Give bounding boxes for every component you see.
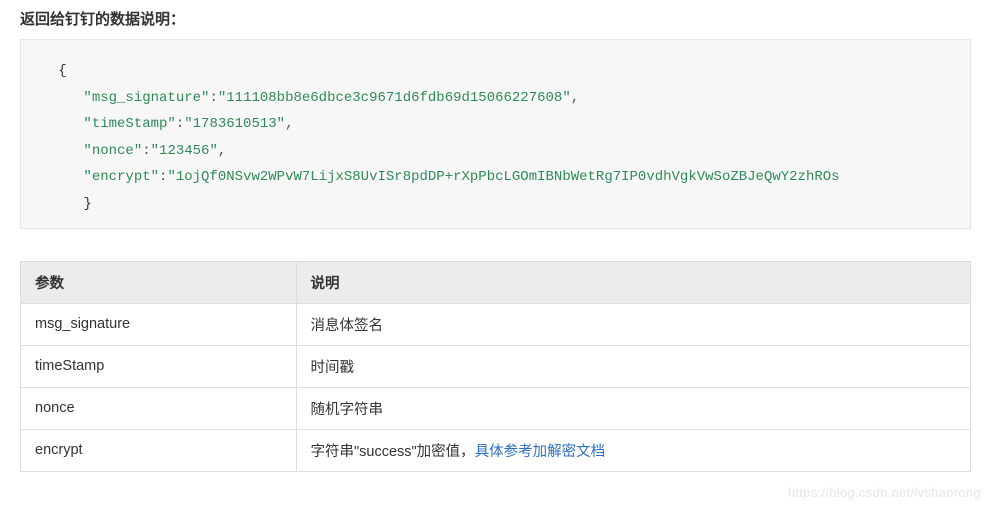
json-code: { "msg_signature":"111108bb8e6dbce3c9671… [33, 58, 958, 218]
table-row: nonce 随机字符串 [21, 387, 971, 429]
doc-link[interactable]: 具体参考加解密文档 [475, 444, 606, 460]
table-row: timeStamp 时间戳 [21, 345, 971, 387]
td-desc: 字符串"success"加密值，具体参考加解密文档 [296, 429, 971, 471]
th-desc: 说明 [296, 261, 971, 303]
th-param: 参数 [21, 261, 297, 303]
code-block[interactable]: { "msg_signature":"111108bb8e6dbce3c9671… [20, 39, 971, 229]
td-param: nonce [21, 387, 297, 429]
td-desc: 随机字符串 [296, 387, 971, 429]
params-table: 参数 说明 msg_signature 消息体签名 timeStamp 时间戳 … [20, 261, 971, 472]
td-param: timeStamp [21, 345, 297, 387]
td-desc: 消息体签名 [296, 303, 971, 345]
section-title: 返回给钉钉的数据说明： [20, 8, 971, 29]
td-desc: 时间戳 [296, 345, 971, 387]
table-header-row: 参数 说明 [21, 261, 971, 303]
table-row: encrypt 字符串"success"加密值，具体参考加解密文档 [21, 429, 971, 471]
td-param: msg_signature [21, 303, 297, 345]
table-row: msg_signature 消息体签名 [21, 303, 971, 345]
watermark: https://blog.csdn.net/lvshaorong [788, 485, 981, 500]
td-param: encrypt [21, 429, 297, 471]
